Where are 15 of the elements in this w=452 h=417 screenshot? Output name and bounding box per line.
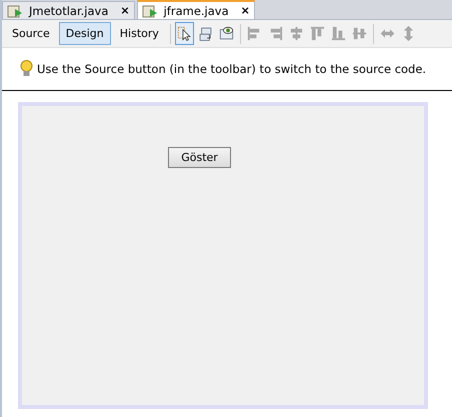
form-button[interactable]: Göster (168, 147, 231, 168)
java-file-icon (7, 4, 23, 18)
close-icon[interactable]: × (120, 4, 130, 17)
view-tab[interactable]: Source (5, 22, 57, 45)
close-icon[interactable]: × (240, 4, 250, 17)
selection-cursor-icon[interactable] (176, 24, 193, 43)
view-tab[interactable]: Design (58, 22, 111, 45)
view-tab[interactable]: History (112, 22, 166, 45)
java-file-icon (142, 4, 158, 18)
lightbulb-icon (20, 60, 33, 78)
file-tab[interactable]: jframe.java × (136, 0, 255, 19)
file-tab[interactable]: Jmetotlar.java × (2, 1, 135, 19)
file-tab-label: Jmetotlar.java (29, 4, 108, 18)
file-tab-label: jframe.java (164, 4, 229, 18)
hint-text: Use the Source button (in the toolbar) to switch to the source code. (37, 62, 426, 76)
